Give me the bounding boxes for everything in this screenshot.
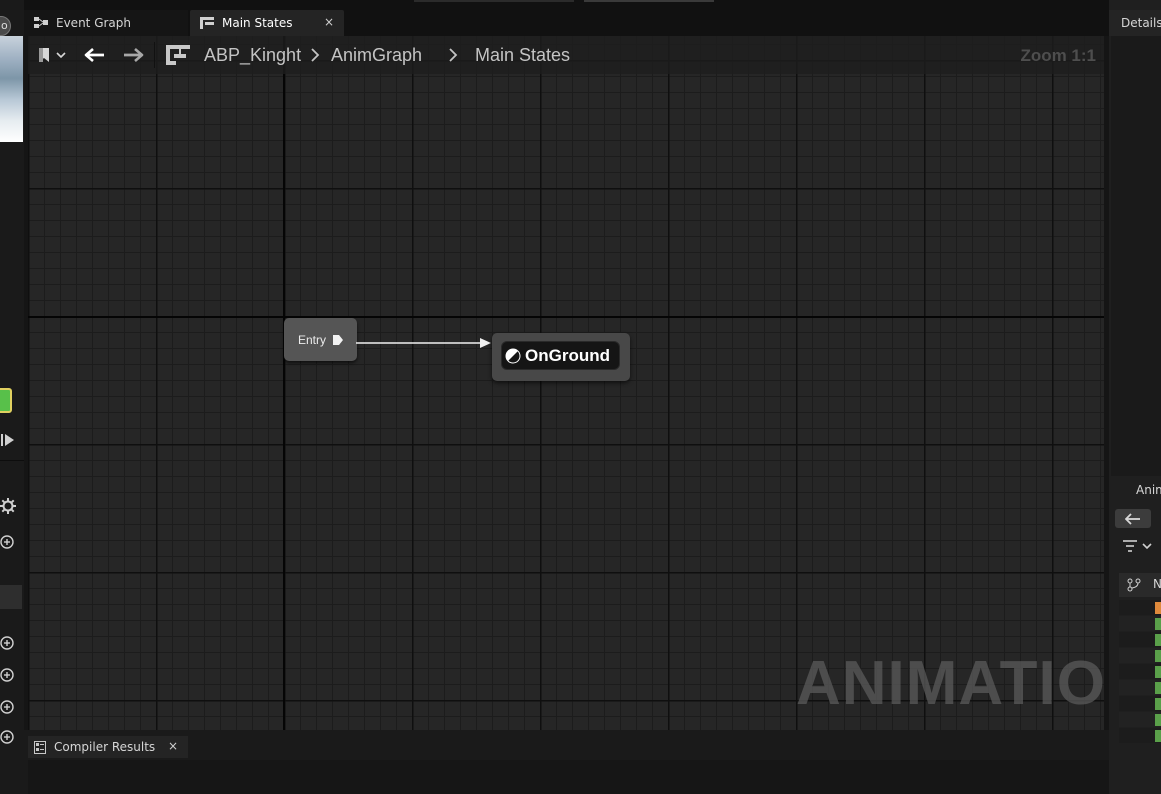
add-circle-icon[interactable] xyxy=(0,534,16,550)
list-item[interactable] xyxy=(1119,648,1161,663)
add-circle-icon[interactable] xyxy=(0,635,16,651)
back-button[interactable] xyxy=(1115,509,1151,528)
arrow-left-icon xyxy=(84,48,104,62)
right-side-panel: Details Anim N xyxy=(1109,0,1161,794)
round-button-label: o xyxy=(1,19,8,32)
state-icon xyxy=(505,348,521,363)
tab-event-graph[interactable]: Event Graph xyxy=(24,10,188,36)
left-panel-strip: o xyxy=(0,0,24,794)
tab-details[interactable]: Details xyxy=(1109,10,1161,36)
graph-breadcrumb-bar: ABP_Kinght AnimGraph Main States Zoom 1:… xyxy=(28,36,1104,74)
entry-node[interactable]: Entry xyxy=(284,318,357,361)
close-icon[interactable]: × xyxy=(168,739,178,753)
tab-label: Anim xyxy=(1136,483,1161,497)
document-tab-bar: Event Graph Main States × xyxy=(24,0,1109,36)
state-node-onground[interactable]: OnGround xyxy=(492,333,630,381)
filter-icon[interactable] xyxy=(1123,538,1157,556)
tab-label: Event Graph xyxy=(56,16,131,30)
list-item[interactable] xyxy=(1119,712,1161,727)
bookmark-button[interactable] xyxy=(34,44,68,66)
forward-button[interactable] xyxy=(120,44,146,66)
add-circle-icon[interactable] xyxy=(0,729,16,745)
breadcrumb-item[interactable]: Main States xyxy=(475,45,570,66)
bookmark-icon xyxy=(39,48,66,62)
exec-pin-icon[interactable] xyxy=(332,334,344,346)
transition-wire[interactable] xyxy=(356,337,496,349)
state-machine-icon xyxy=(200,17,214,29)
back-button[interactable] xyxy=(82,44,108,66)
gear-icon[interactable] xyxy=(0,498,16,514)
zoom-level-label: Zoom 1:1 xyxy=(1020,46,1096,65)
state-machine-graph-canvas[interactable] xyxy=(28,36,1104,730)
tab-label: Details xyxy=(1121,16,1161,30)
list-item[interactable] xyxy=(1119,728,1161,743)
left-strip-selected-row[interactable] xyxy=(0,585,22,609)
compiler-log-icon xyxy=(34,740,46,754)
arrow-right-icon xyxy=(124,48,144,62)
asset-list xyxy=(1119,598,1161,744)
round-button[interactable]: o xyxy=(0,16,11,36)
add-circle-icon[interactable] xyxy=(0,667,16,683)
event-graph-icon xyxy=(34,17,48,29)
add-circle-icon[interactable] xyxy=(0,699,16,715)
list-header: N xyxy=(1119,573,1161,597)
compiler-results-panel: Compiler Results × xyxy=(24,730,1109,794)
list-item[interactable] xyxy=(1119,632,1161,647)
viewport-thumbnail xyxy=(0,36,23,142)
green-color-swatch[interactable] xyxy=(0,388,12,413)
branch-icon xyxy=(1127,578,1141,592)
compiler-results-body xyxy=(28,760,1109,794)
list-item[interactable] xyxy=(1119,600,1161,615)
tab-label: Compiler Results xyxy=(54,740,156,754)
arrow-left-icon xyxy=(1125,512,1140,525)
breadcrumb-item[interactable]: ABP_Kinght xyxy=(204,45,301,66)
tab-compiler-results[interactable]: Compiler Results × xyxy=(28,736,188,758)
list-item[interactable] xyxy=(1119,616,1161,631)
breadcrumb-item[interactable]: AnimGraph xyxy=(331,45,422,66)
graph-type-watermark: ANIMATION xyxy=(796,649,1152,718)
column-header: N xyxy=(1153,577,1161,591)
tab-label: Main States xyxy=(222,16,293,30)
entry-node-label: Entry xyxy=(298,332,327,347)
list-item[interactable] xyxy=(1119,696,1161,711)
details-panel-body xyxy=(1111,36,1161,476)
list-item[interactable] xyxy=(1119,680,1161,695)
play-icon[interactable] xyxy=(0,432,16,448)
tab-anim[interactable]: Anim xyxy=(1111,478,1161,504)
tab-main-states[interactable]: Main States × xyxy=(190,10,344,36)
chevron-right-icon xyxy=(449,48,458,62)
list-item[interactable] xyxy=(1119,664,1161,679)
close-icon[interactable]: × xyxy=(324,15,334,29)
chevron-right-icon xyxy=(311,48,320,62)
state-machine-icon xyxy=(164,44,192,66)
state-node-label: OnGround xyxy=(525,345,610,365)
